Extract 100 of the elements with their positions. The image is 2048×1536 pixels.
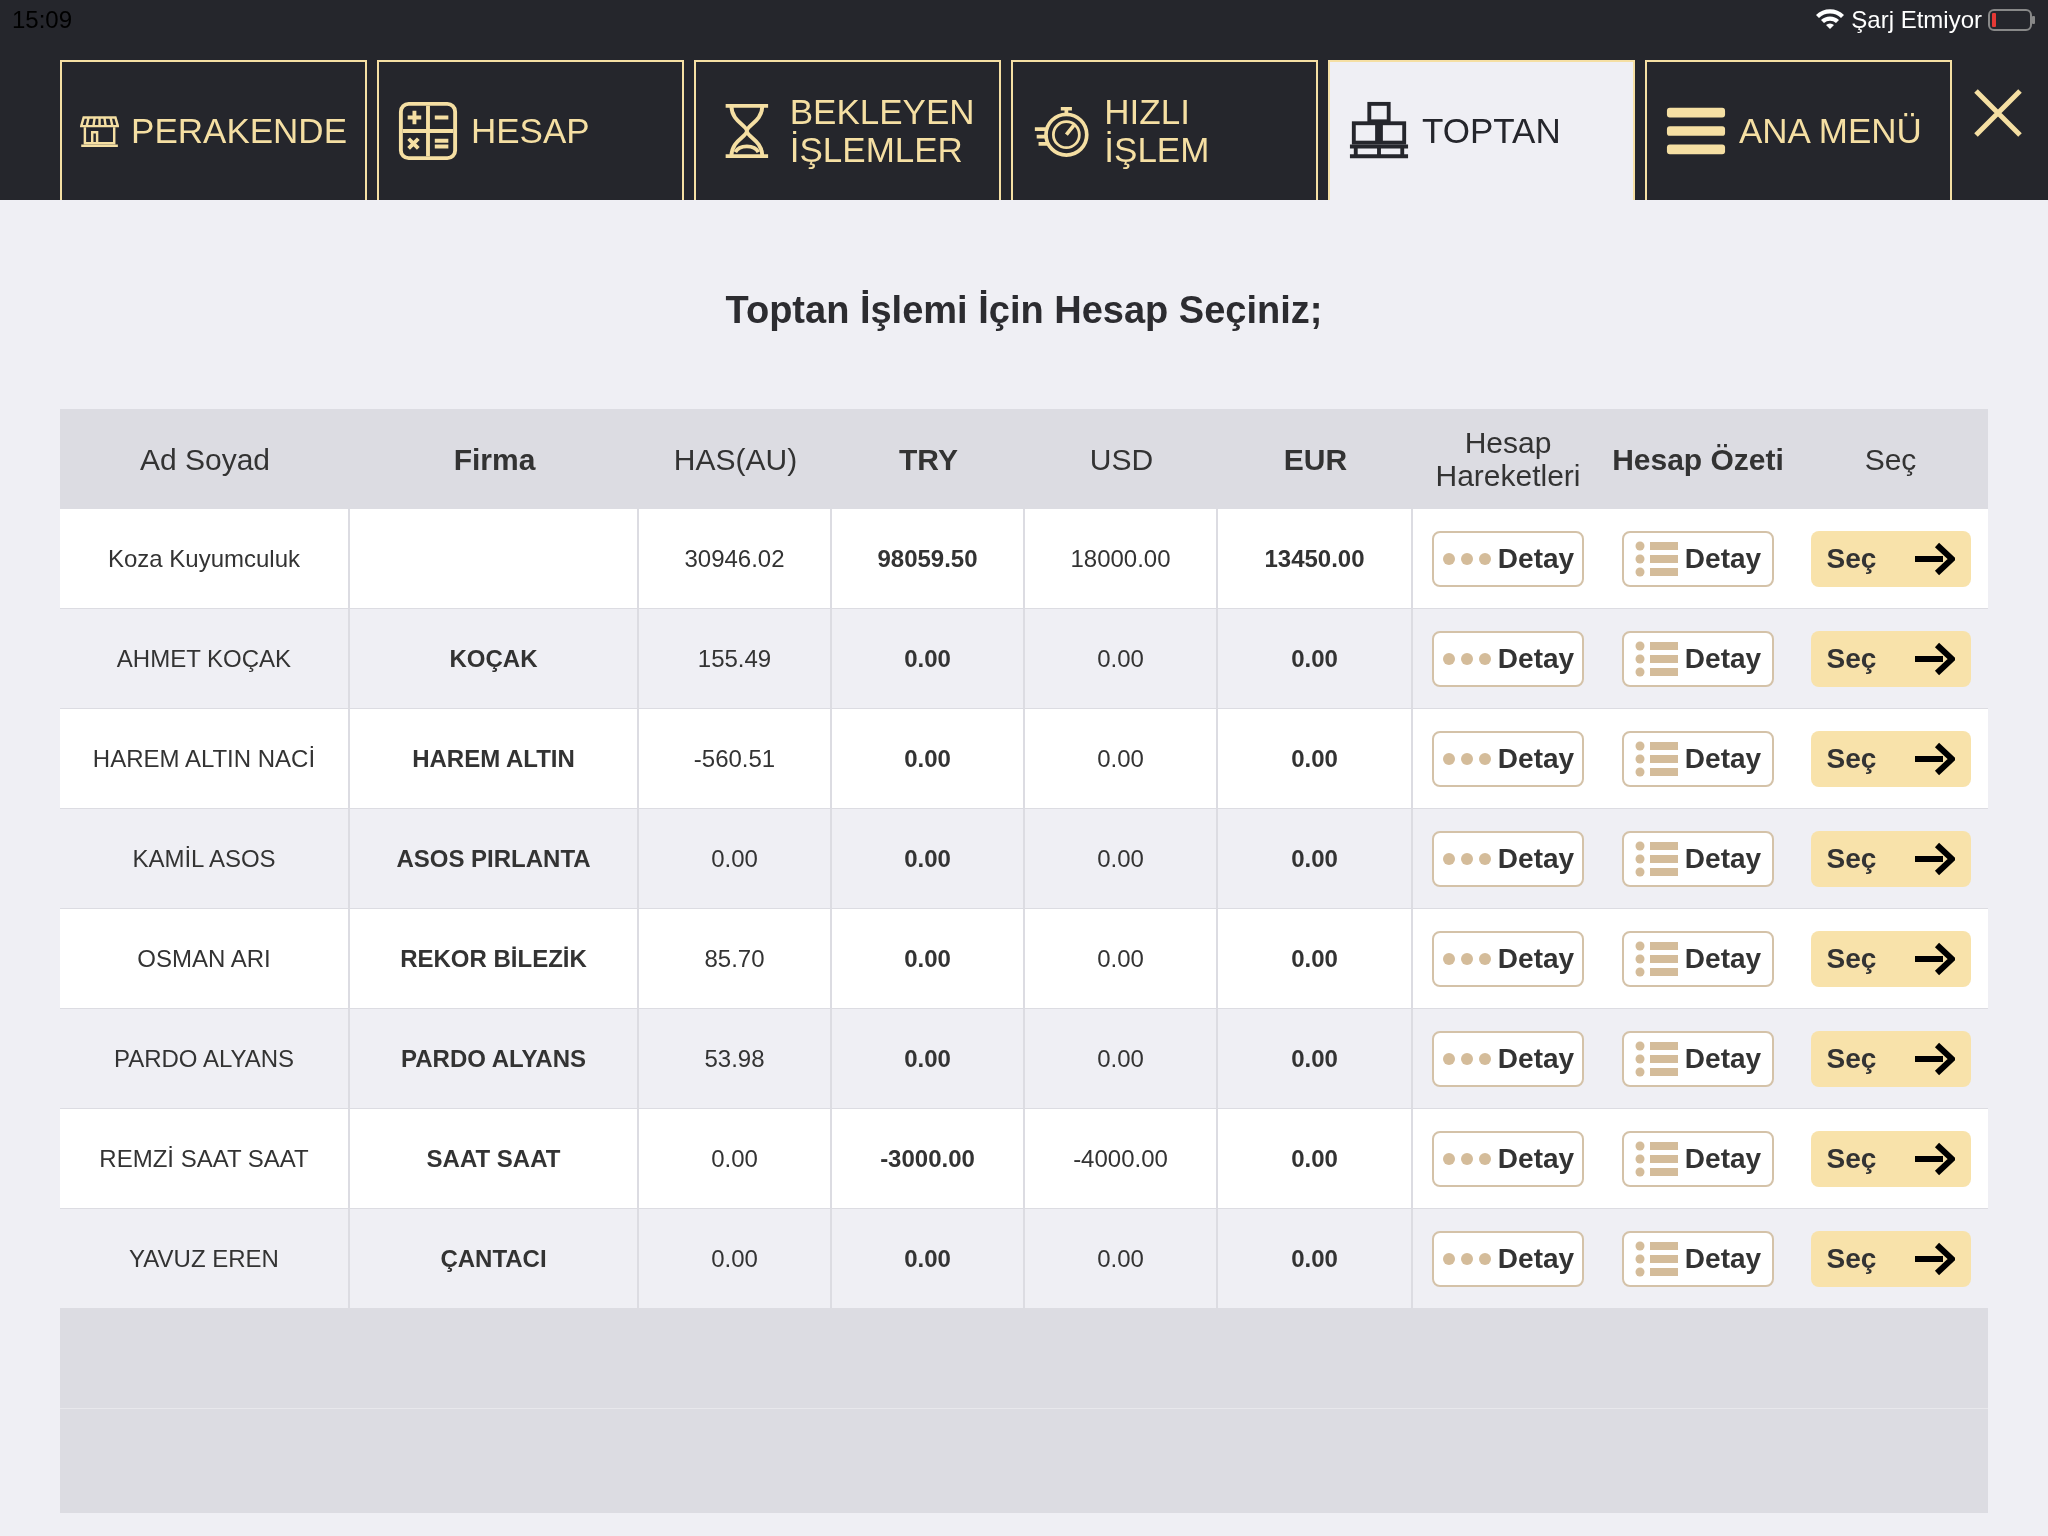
arrow-right-icon bbox=[1914, 741, 1955, 776]
detail-button[interactable]: Detay bbox=[1622, 1030, 1774, 1087]
nav-tab[interactable]: ANA MENÜ bbox=[1645, 60, 1952, 200]
table-row[interactable]: AHMET KOÇAK KOÇAK 155.49 0.00 0.00 0.00 Detay Detay Seç bbox=[60, 609, 1988, 709]
detail-button[interactable]: Detay bbox=[1432, 830, 1584, 887]
table-cell-text: Koza Kuyumculuk bbox=[107, 543, 301, 574]
column-header: Firma bbox=[453, 442, 536, 476]
detail-button[interactable]: Detay bbox=[1432, 1230, 1584, 1287]
table-row[interactable]: KAMİL ASOS ASOS PIRLANTA 0.00 0.00 0.00 0.00 Detay Detay Seç bbox=[60, 809, 1988, 909]
detail-button[interactable]: Detay bbox=[1432, 1130, 1584, 1187]
detail-button[interactable]: Detay bbox=[1432, 630, 1584, 687]
table-cell-text: 0.00 bbox=[711, 1243, 758, 1274]
select-button[interactable]: Seç bbox=[1810, 1030, 1971, 1087]
table-cell-text: ASOS PIRLANTA bbox=[396, 843, 591, 874]
list-icon bbox=[1634, 1040, 1679, 1077]
table-cell-text: 0.00 bbox=[1097, 643, 1144, 674]
table-cell-text: REMZİ SAAT SAAT bbox=[99, 1143, 309, 1174]
table-cell-text: 53.98 bbox=[704, 1043, 765, 1074]
table-cell-text: HAREM ALTIN bbox=[412, 743, 575, 774]
page-title: Toptan İşlemi İçin Hesap Seçiniz; bbox=[725, 288, 1323, 333]
list-icon bbox=[1634, 540, 1679, 577]
detail-button[interactable]: Detay bbox=[1622, 1230, 1774, 1287]
select-button[interactable]: Seç bbox=[1810, 630, 1971, 687]
table-row[interactable]: OSMAN ARI REKOR BİLEZİK 85.70 0.00 0.00 0.00 Detay Detay Seç bbox=[60, 909, 1988, 1009]
table-cell-text: PARDO ALYANS bbox=[401, 1043, 586, 1074]
battery-icon bbox=[1988, 8, 2036, 32]
list-icon bbox=[1634, 740, 1679, 777]
table-cell-text: AHMET KOÇAK bbox=[116, 643, 292, 674]
select-button[interactable]: Seç bbox=[1810, 830, 1971, 887]
dots-icon bbox=[1441, 951, 1492, 966]
column-header: EUR bbox=[1283, 442, 1348, 476]
table-row[interactable]: PARDO ALYANS PARDO ALYANS 53.98 0.00 0.00 0.00 Detay Detay Seç bbox=[60, 1009, 1988, 1109]
table-cell-text: -3000.00 bbox=[880, 1143, 975, 1174]
nav-tab[interactable]: HESAP bbox=[377, 60, 684, 200]
detail-button[interactable]: Detay bbox=[1432, 930, 1584, 987]
dots-icon bbox=[1441, 751, 1492, 766]
arrow-right-icon bbox=[1914, 641, 1955, 676]
table-cell-text: 0.00 bbox=[1097, 843, 1144, 874]
battery-status-text: Şarj Etmiyor bbox=[1851, 5, 1982, 35]
table-cell-text: 0.00 bbox=[711, 1143, 758, 1174]
table-cell-text: 0.00 bbox=[1097, 1043, 1144, 1074]
table-cell-text: 0.00 bbox=[1291, 643, 1338, 674]
table-cell-text: 0.00 bbox=[1291, 843, 1338, 874]
table-cell-text: 0.00 bbox=[1291, 1143, 1338, 1174]
table-cell-text: 0.00 bbox=[1097, 743, 1144, 774]
table-row[interactable]: YAVUZ EREN ÇANTACI 0.00 0.00 0.00 0.00 Detay Detay Seç bbox=[60, 1209, 1988, 1309]
table-cell-text: HAREM ALTIN NACİ bbox=[92, 743, 316, 774]
arrow-right-icon bbox=[1914, 1241, 1955, 1276]
column-header: TRY bbox=[899, 442, 958, 476]
dots-icon bbox=[1441, 1251, 1492, 1266]
detail-button[interactable]: Detay bbox=[1622, 730, 1774, 787]
nav-tab[interactable]: BEKLEYEN İŞLEMLER bbox=[694, 60, 1001, 200]
table-cell-text: 0.00 bbox=[711, 843, 758, 874]
detail-button[interactable]: Detay bbox=[1432, 530, 1584, 587]
table-row[interactable]: HAREM ALTIN NACİ HAREM ALTIN -560.51 0.00 0.00 0.00 Detay Detay Seç bbox=[60, 709, 1988, 809]
table-cell-text: 0.00 bbox=[1097, 1243, 1144, 1274]
arrow-right-icon bbox=[1914, 841, 1955, 876]
table-cell-text: KAMİL ASOS bbox=[132, 843, 276, 874]
table-cell-text: KOÇAK bbox=[449, 643, 538, 674]
select-button[interactable]: Seç bbox=[1810, 1130, 1971, 1187]
arrow-right-icon bbox=[1914, 1141, 1955, 1176]
table-cell-text: 0.00 bbox=[904, 743, 951, 774]
list-icon bbox=[1634, 940, 1679, 977]
table-cell-text: 155.49 bbox=[697, 643, 772, 674]
table-row[interactable]: REMZİ SAAT SAAT SAAT SAAT 0.00 -3000.00 -4000.00 0.00 Detay Detay Seç bbox=[60, 1109, 1988, 1209]
detail-button[interactable]: Detay bbox=[1622, 530, 1774, 587]
select-button[interactable]: Seç bbox=[1810, 1230, 1971, 1287]
table-row[interactable]: Koza Kuyumculuk 30946.02 98059.50 18000.00 13450.00 Detay Detay Seç bbox=[60, 509, 1988, 609]
table-cell-text: 18000.00 bbox=[1070, 543, 1171, 574]
column-header: Hesap Hareketleri bbox=[1434, 426, 1582, 492]
table-cell-text: OSMAN ARI bbox=[137, 943, 271, 974]
table-cell-text: 0.00 bbox=[904, 843, 951, 874]
detail-button[interactable]: Detay bbox=[1432, 730, 1584, 787]
detail-button[interactable]: Detay bbox=[1622, 630, 1774, 687]
nav-tab[interactable]: TOPTAN bbox=[1328, 60, 1635, 200]
dots-icon bbox=[1441, 851, 1492, 866]
detail-button[interactable]: Detay bbox=[1622, 930, 1774, 987]
table-cell-text: -4000.00 bbox=[1073, 1143, 1168, 1174]
detail-button[interactable]: Detay bbox=[1432, 1030, 1584, 1087]
table-cell-text: 0.00 bbox=[1291, 943, 1338, 974]
list-icon bbox=[1634, 640, 1679, 677]
nav-tab[interactable]: PERAKENDE bbox=[60, 60, 367, 200]
table-cell-text: REKOR BİLEZİK bbox=[400, 943, 587, 974]
dots-icon bbox=[1441, 551, 1492, 566]
table-cell-text: PARDO ALYANS bbox=[113, 1043, 295, 1074]
arrow-right-icon bbox=[1914, 941, 1955, 976]
column-header: USD bbox=[1089, 442, 1154, 476]
select-button[interactable]: Seç bbox=[1810, 730, 1971, 787]
select-button[interactable]: Seç bbox=[1810, 530, 1971, 587]
table-cell-text: SAAT SAAT bbox=[426, 1143, 561, 1174]
detail-button[interactable]: Detay bbox=[1622, 830, 1774, 887]
nav-tab[interactable]: HIZLI İŞLEM bbox=[1011, 60, 1318, 200]
column-header: Seç bbox=[1864, 442, 1917, 476]
dots-icon bbox=[1441, 1051, 1492, 1066]
select-button[interactable]: Seç bbox=[1810, 930, 1971, 987]
list-icon bbox=[1634, 1240, 1679, 1277]
list-icon bbox=[1634, 840, 1679, 877]
list-icon bbox=[1634, 1140, 1679, 1177]
detail-button[interactable]: Detay bbox=[1622, 1130, 1774, 1187]
table-cell-text: YAVUZ EREN bbox=[129, 1243, 279, 1274]
